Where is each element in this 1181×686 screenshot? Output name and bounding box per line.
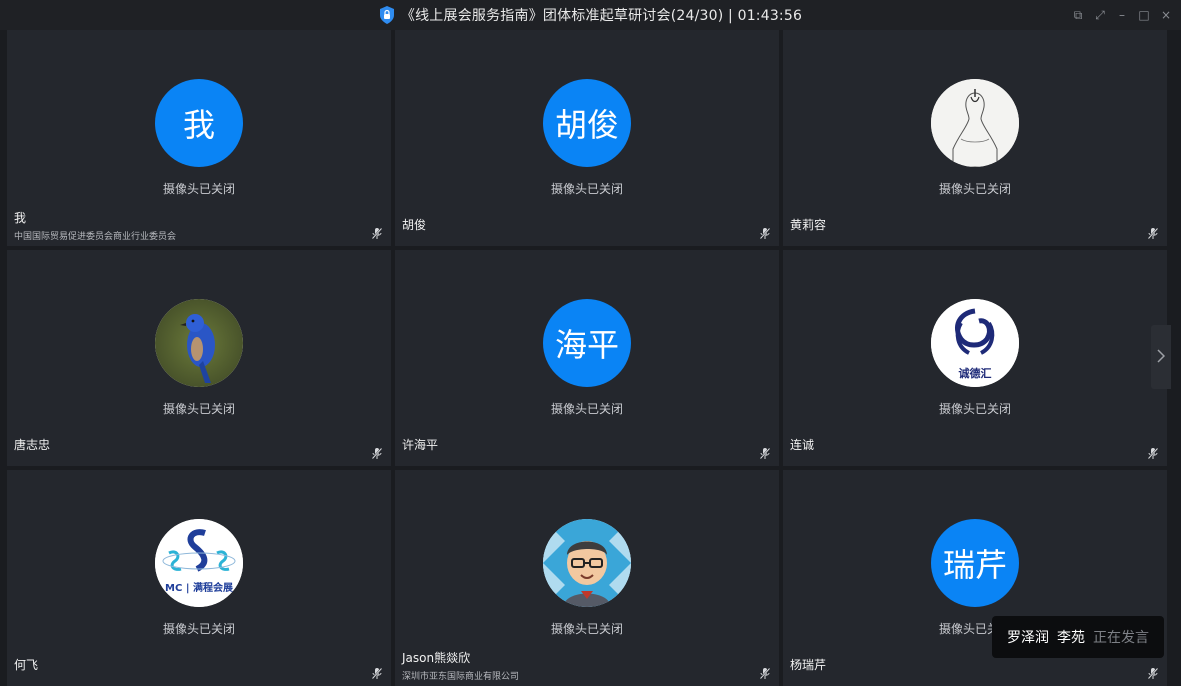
participant-org: 中国国际贸易促进委员会商业行业委员会 — [14, 232, 177, 242]
speaker-name: 李苑 — [1057, 630, 1085, 646]
participant-tile[interactable]: 摄像头已关闭 黄莉容 — [783, 30, 1167, 246]
camera-off-label: 摄像头已关闭 — [162, 622, 235, 636]
participant-name: Jason熊燚欣 — [402, 651, 471, 665]
camera-off-label: 摄像头已关闭 — [550, 402, 623, 416]
mic-muted-icon — [1147, 225, 1159, 240]
chengdehui-logo-text: 诚德汇 — [959, 366, 992, 380]
participant-tile[interactable]: 我 摄像头已关闭 我 中国国际贸易促进委员会商业行业委员会 — [7, 30, 391, 246]
participant-org: 深圳市亚东国际商业有限公司 — [402, 672, 520, 682]
participant-grid: 我 摄像头已关闭 我 中国国际贸易促进委员会商业行业委员会 胡俊 摄像头已关闭 … — [7, 30, 1169, 686]
participant-name: 我 — [14, 211, 27, 225]
participant-name: 胡俊 — [402, 218, 427, 232]
avatar: 胡俊 — [543, 79, 631, 167]
camera-off-label: 摄像头已关闭 — [550, 622, 623, 636]
participant-tile[interactable]: 摄像头已关闭 唐志忠 — [7, 250, 391, 466]
mic-muted-icon — [1147, 665, 1159, 680]
mic-muted-icon — [759, 665, 771, 680]
close-button[interactable]: × — [1159, 8, 1173, 22]
avatar: 海平 — [543, 299, 631, 387]
sss-logo-caption: MC | 满程会展 — [165, 581, 233, 594]
popout-icon[interactable]: ⧉ — [1071, 8, 1085, 22]
blue-bird-avatar — [155, 299, 243, 387]
mic-muted-icon — [371, 225, 383, 240]
meeting-window: 《线上展会服务指南》团体标准起草研讨会(24/30) | 01:43:56 ⧉ … — [0, 0, 1181, 686]
chengdehui-logo-avatar: 诚德汇 — [931, 299, 1019, 387]
sss-logo-avatar: MC | 满程会展 — [155, 519, 243, 607]
next-page-button[interactable] — [1151, 325, 1171, 389]
avatar: 我 — [155, 79, 243, 167]
participant-tile[interactable]: 胡俊 摄像头已关闭 胡俊 — [395, 30, 779, 246]
title-bar: 《线上展会服务指南》团体标准起草研讨会(24/30) | 01:43:56 ⧉ … — [0, 0, 1181, 30]
maximize-button[interactable]: □ — [1137, 8, 1151, 22]
participant-name: 许海平 — [402, 438, 439, 452]
chevron-right-icon — [1157, 348, 1166, 367]
camera-off-label: 摄像头已关闭 — [162, 182, 235, 196]
minimize-button[interactable]: – — [1115, 8, 1129, 22]
participant-name: 黄莉容 — [790, 218, 827, 232]
mic-muted-icon — [759, 225, 771, 240]
camera-off-label: 摄像头已关闭 — [938, 402, 1011, 416]
participant-name: 杨瑞芹 — [790, 658, 827, 672]
camera-off-label: 摄像头已关闭 — [162, 402, 235, 416]
participant-name: 连诚 — [790, 438, 815, 452]
mic-muted-icon — [759, 445, 771, 460]
participant-tile[interactable]: 摄像头已关闭 Jason熊燚欣 深圳市亚东国际商业有限公司 — [395, 470, 779, 686]
participant-tile[interactable]: MC | 满程会展 摄像头已关闭 何飞 — [7, 470, 391, 686]
mic-muted-icon — [1147, 445, 1159, 460]
sketch-portrait-avatar — [931, 79, 1019, 167]
participant-name: 唐志忠 — [14, 438, 51, 452]
camera-off-label: 摄像头已关闭 — [550, 182, 623, 196]
meeting-title: 《线上展会服务指南》团体标准起草研讨会(24/30) | 01:43:56 — [400, 8, 803, 24]
mic-muted-icon — [371, 445, 383, 460]
window-controls: ⧉ ⤢ – □ × — [1071, 0, 1173, 30]
shield-lock-icon — [379, 6, 395, 24]
speaking-status: 正在发言 — [1093, 630, 1149, 646]
participant-tile[interactable]: 诚德汇 摄像头已关闭 连诚 — [783, 250, 1167, 466]
participant-tile[interactable]: 海平 摄像头已关闭 许海平 — [395, 250, 779, 466]
fullscreen-icon[interactable]: ⤢ — [1093, 8, 1107, 22]
participant-name: 何飞 — [14, 658, 39, 672]
speaking-indicator: 罗泽润 李苑 正在发言 — [992, 616, 1164, 658]
camera-off-label: 摄像头已关闭 — [938, 182, 1011, 196]
avatar: 瑞芹 — [931, 519, 1019, 607]
title-wrap: 《线上展会服务指南》团体标准起草研讨会(24/30) | 01:43:56 — [379, 5, 802, 25]
cartoon-man-avatar — [543, 519, 631, 607]
speaker-name: 罗泽润 — [1007, 630, 1049, 646]
mic-muted-icon — [371, 665, 383, 680]
